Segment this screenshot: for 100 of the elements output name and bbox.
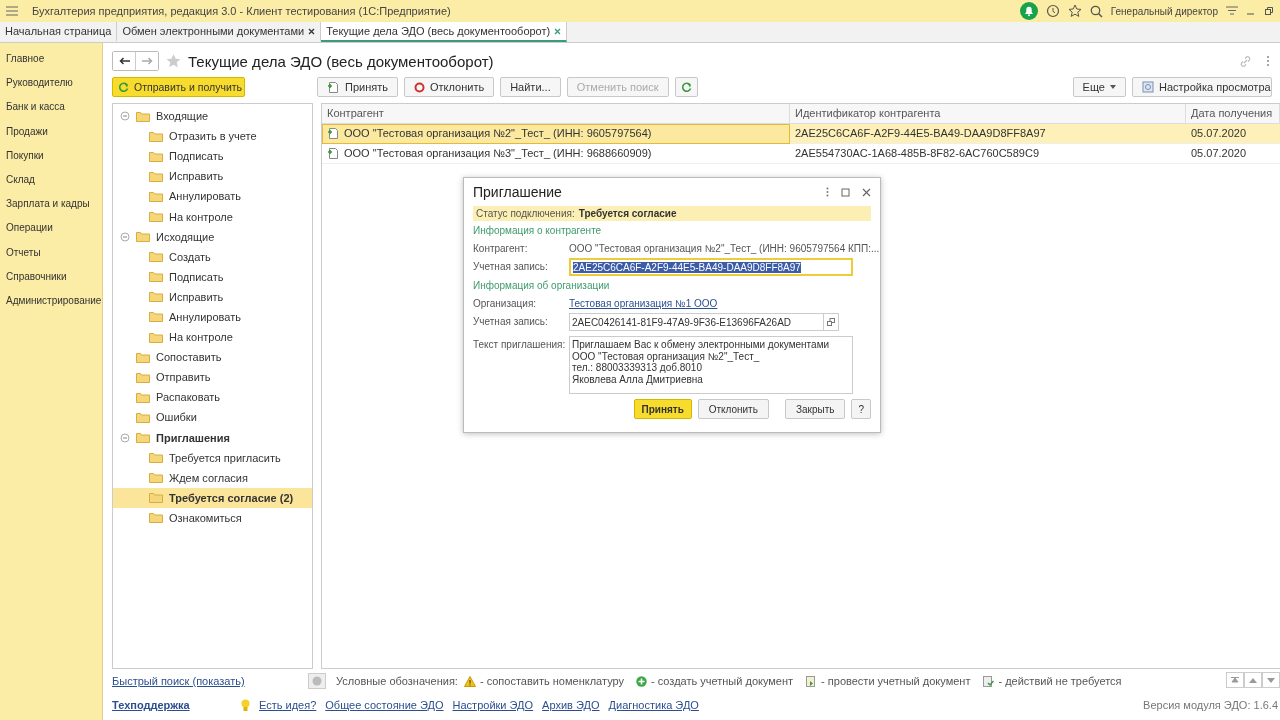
dialog-button[interactable]: Закрыть [784,399,846,419]
footer-link[interactable]: Общее состояние ЭДО [325,699,444,711]
group-heading: Информация об организации [473,280,611,293]
back-icon[interactable] [118,57,130,65]
restore-icon[interactable] [1264,6,1274,16]
legend-text: - сопоставить номенклатуру [479,675,624,687]
section-item[interactable]: Банк и касса [6,99,65,116]
scroll-top-icon[interactable] [1231,677,1239,683]
close-icon[interactable] [862,187,871,197]
collapse-icon[interactable] [120,231,130,242]
dialog-button[interactable]: ? [851,399,871,419]
bell-icon[interactable] [1019,2,1038,20]
section-item[interactable]: Продажи [6,123,48,140]
table-cell[interactable]: 2AE25C6CA6F-A2F9-44E5-BA49-DAA9D8FF8A97 [790,124,1186,144]
section-item[interactable]: Главное [6,51,45,67]
footer-link[interactable]: Настройки ЭДО [452,699,534,711]
folder-icon [149,311,163,323]
maximize-icon[interactable] [841,187,850,197]
tree-item[interactable]: Создать [113,246,312,267]
close-icon[interactable] [308,27,316,35]
organization-link[interactable]: Тестовая организация №1 ООО [569,295,718,309]
folder-icon [136,391,150,403]
tree-item[interactable]: Подписать [113,266,312,287]
toolbar-button[interactable]: Принять [317,77,398,97]
tree-item[interactable]: Ошибки [113,407,312,428]
input-field[interactable]: 2AE25C6CA6F-A2F9-44E5-BA49-DAA9D8FF8A97 [569,258,853,276]
invitation-text-area[interactable]: Приглашаем Вас к обмену электронными документами ООО "Тестовая организация №2"_Тест_ тел.: 88003339313 доб.8010 Яковлева Алла Дмитриевна [569,336,853,394]
toolbar-button[interactable]: Отклонить [403,77,495,97]
tree-item[interactable]: На контроле [113,206,312,227]
support-link[interactable]: Техподдержка [112,699,232,711]
tree-item[interactable]: На контроле [113,327,312,348]
more-button[interactable]: Еще [1072,77,1126,97]
field-label: Учетная запись: [473,260,549,272]
user-name[interactable]: Генеральный директор [1110,5,1218,17]
column-header[interactable]: Дата получения [1186,104,1280,124]
kebab-icon[interactable] [1266,55,1270,67]
star-icon[interactable] [1067,4,1082,18]
toolbar-button[interactable]: Отправить и получить [112,77,245,97]
tree-item[interactable]: Сопоставить [113,347,312,368]
section-item[interactable]: Зарплата и кадры [6,196,90,213]
menu-icon[interactable] [6,6,18,16]
tree-item[interactable]: Отразить в учете [113,126,312,147]
tree-item[interactable]: Подписать [113,146,312,167]
footer-link[interactable]: Диагностика ЭДО [608,699,699,711]
scroll-down-icon[interactable] [1267,677,1275,683]
tree-item[interactable]: Аннулировать [113,186,312,207]
table-cell[interactable]: ООО "Тестовая организация №2"_Тест_ (ИНН: 9605797564) [322,124,790,144]
section-item[interactable]: Справочники [6,268,67,285]
tab[interactable]: Текущие дела ЭДО (весь документооборот) [321,22,568,42]
table-cell[interactable]: 2AE554730AC-1A68-485B-8F82-6AC760C589C9 [790,144,1186,164]
section-item[interactable]: Руководителю [6,75,73,92]
toolbar-button[interactable]: Настройка просмотра [1132,77,1272,97]
column-header[interactable]: Контрагент [322,104,790,124]
tree-item[interactable]: Аннулировать [113,306,312,328]
dialog-button[interactable]: Отклонить [697,399,769,419]
footer-link[interactable]: Архив ЭДО [542,699,600,711]
folder-icon [136,231,150,243]
tree-item[interactable]: Приглашения [113,427,312,448]
tree-item[interactable]: Исправить [113,166,312,187]
options-icon[interactable] [1226,6,1238,16]
tree-item[interactable]: Исправить [113,286,312,307]
link-icon[interactable] [1239,54,1252,68]
collapse-icon[interactable] [120,111,130,122]
column-header[interactable]: Идентификатор контрагента [790,104,1186,124]
scroll-up-icon[interactable] [1249,677,1257,683]
search-icon[interactable] [1089,4,1103,18]
group-heading: Информация о контрагенте [473,225,603,238]
document-icon [805,675,818,687]
idea-link[interactable]: Есть идея? [259,699,317,711]
section-item[interactable]: Склад [6,171,35,188]
section-item[interactable]: Отчеты [6,244,41,261]
section-item[interactable]: Администрирование [6,292,102,309]
kebab-icon[interactable] [826,187,829,197]
tree-item[interactable]: Ознакомиться [113,507,312,528]
window-title: Бухгалтерия предприятия, редакция 3.0 - Клиент тестирования (1С:Предприятие) [32,5,452,17]
table-cell[interactable]: 05.07.2020 [1186,124,1280,144]
page-title: Текущие дела ЭДО (весь документооборот) [188,52,495,70]
tree-item[interactable]: Требуется согласие (2) [113,487,312,508]
clear-icon[interactable] [308,673,326,689]
tree-item[interactable]: Ждем согласия [113,467,312,488]
tree-item[interactable]: Требуется пригласить [113,447,312,468]
tree-item[interactable]: Исходящие [113,226,312,247]
quick-search-link[interactable]: Быстрый поиск (показать) [112,675,302,687]
tree-item[interactable]: Отправить [113,367,312,388]
refresh-button[interactable] [674,77,698,97]
collapse-icon[interactable] [120,432,130,443]
table-cell[interactable]: 05.07.2020 [1186,144,1280,164]
star-icon[interactable] [165,53,182,69]
history-icon[interactable] [1045,4,1060,18]
tree-item[interactable]: Входящие [113,106,312,127]
section-item[interactable]: Покупки [6,147,44,164]
document-icon [327,147,340,160]
forward-icon[interactable] [141,57,153,65]
dialog-button[interactable]: Принять [633,399,692,419]
section-item[interactable]: Операции [6,220,53,237]
toolbar-button[interactable]: Найти... [500,77,561,97]
open-icon[interactable] [827,318,835,326]
table-cell[interactable]: ООО "Тестовая организация №3"_Тест_ (ИНН: 9688660909) [322,144,790,164]
tree-item[interactable]: Распаковать [113,387,312,408]
select-field[interactable]: 2AEC0426141-81F9-47A9-9F36-E13696FA26AD [569,313,839,331]
